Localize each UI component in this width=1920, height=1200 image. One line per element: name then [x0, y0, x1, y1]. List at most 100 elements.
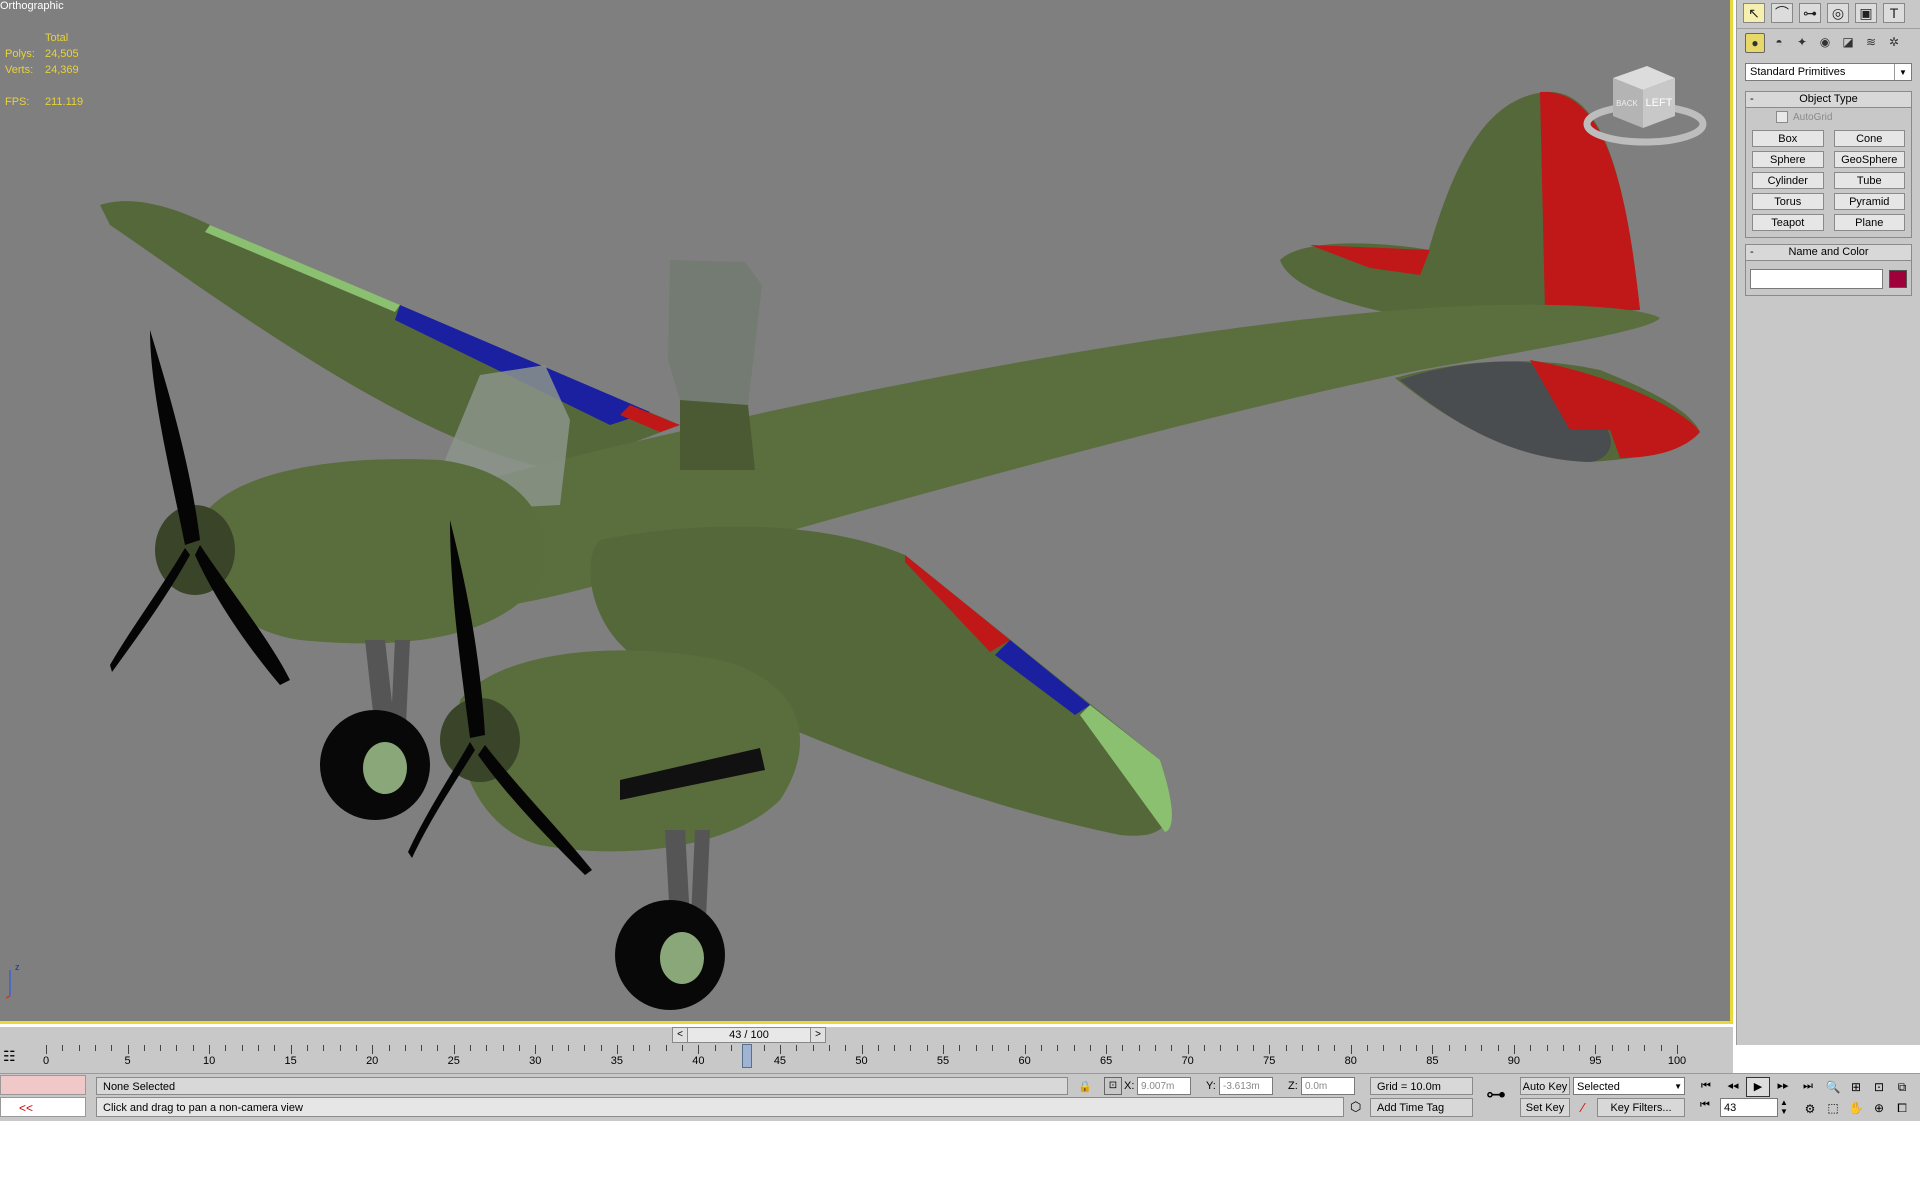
track-bar-tick — [1318, 1045, 1320, 1051]
curve-editor-icon[interactable]: ☷ — [3, 1048, 16, 1065]
chevron-down-icon: ▼ — [1894, 64, 1911, 80]
set-key-button[interactable]: Set Key — [1520, 1098, 1570, 1117]
time-tag-icon[interactable]: ⬡ — [1350, 1099, 1361, 1115]
hierarchy-tab[interactable]: ⊶ — [1799, 3, 1821, 23]
teapot-button[interactable]: Teapot — [1752, 214, 1824, 231]
status-bar: << None Selected Click and drag to pan a… — [0, 1073, 1920, 1121]
maximize-viewport-icon[interactable]: ⧠ — [1892, 1099, 1912, 1117]
track-bar-tick — [1122, 1045, 1124, 1051]
y-coord-field[interactable]: -3.613m — [1219, 1077, 1273, 1095]
zoom-extents-icon[interactable]: ⊡ — [1869, 1078, 1889, 1096]
pyramid-button[interactable]: Pyramid — [1833, 193, 1905, 210]
geometry-icon[interactable]: ● — [1745, 33, 1765, 53]
current-frame-field[interactable]: 43 — [1720, 1098, 1778, 1117]
create-tab[interactable]: ↖ — [1743, 3, 1765, 23]
lights-icon[interactable]: ✦ — [1793, 33, 1811, 51]
create-subtabs: ● ◓ ✦ ◉ ◪ ≋ ✲ — [1737, 29, 1920, 61]
track-bar-label: 90 — [1507, 1055, 1521, 1067]
object-type-header[interactable]: - Object Type — [1746, 92, 1911, 108]
motion-tab[interactable]: ◎ — [1827, 3, 1849, 23]
x-coord-field[interactable]: 9.007m — [1137, 1077, 1191, 1095]
track-bar-tick — [828, 1045, 830, 1051]
track-bar-label: 75 — [1263, 1055, 1276, 1067]
orbit-icon[interactable]: ⊕ — [1869, 1099, 1889, 1117]
track-bar-label: 100 — [1667, 1055, 1687, 1067]
track-bar-tick — [1252, 1045, 1254, 1051]
torus-button[interactable]: Torus — [1752, 193, 1824, 210]
lock-icon[interactable]: 🔒 — [1078, 1080, 1092, 1093]
key-filters-button[interactable]: Key Filters... — [1597, 1098, 1685, 1117]
maxscript-button[interactable]: << — [0, 1097, 86, 1117]
add-time-tag-button[interactable]: Add Time Tag — [1370, 1098, 1473, 1117]
perspective-viewport[interactable]: Orthographic Total Polys: 24,505 Verts: 24… — [0, 0, 1733, 1024]
systems-icon[interactable]: ✲ — [1885, 33, 1903, 51]
track-bar-tick — [1220, 1045, 1222, 1051]
box-button[interactable]: Box — [1752, 130, 1824, 147]
go-to-start-icon[interactable]: ⏮ — [1695, 1077, 1717, 1095]
next-frame-icon[interactable]: ▸▸ — [1772, 1077, 1794, 1095]
track-bar-tick — [1350, 1045, 1352, 1054]
sphere-button[interactable]: Sphere — [1752, 151, 1824, 168]
track-bar-tick — [698, 1045, 700, 1054]
maxscript-listener[interactable] — [0, 1075, 86, 1095]
modify-icon: ⌒ — [1775, 5, 1789, 21]
helpers-icon[interactable]: ◪ — [1839, 33, 1857, 51]
key-tangent-icon[interactable]: ⁄ — [1573, 1098, 1593, 1117]
autogrid-checkbox[interactable] — [1776, 111, 1788, 123]
auto-key-button[interactable]: Auto Key — [1520, 1077, 1570, 1095]
zoom-region-icon[interactable]: ⬚ — [1823, 1099, 1843, 1117]
category-value: Standard Primitives — [1750, 66, 1846, 78]
z-coord-field[interactable]: 0.0m — [1301, 1077, 1355, 1095]
absolute-mode-icon[interactable]: ⊡ — [1104, 1077, 1122, 1095]
zoom-all-icon[interactable]: ⊞ — [1846, 1078, 1866, 1096]
track-bar-label: 10 — [202, 1055, 216, 1067]
next-frame-button[interactable]: > — [810, 1027, 826, 1043]
modify-tab[interactable]: ⌒ — [1771, 3, 1793, 23]
name-and-color-header[interactable]: - Name and Color — [1746, 245, 1911, 261]
track-bar-tick — [241, 1045, 243, 1051]
track-bar-tick — [731, 1045, 733, 1051]
rear-canopy — [668, 260, 762, 405]
go-to-end-icon[interactable]: ⏭ — [1797, 1077, 1819, 1095]
time-configuration-icon[interactable]: ⚙ — [1800, 1100, 1820, 1118]
viewcube[interactable]: LEFT BACK — [1575, 58, 1715, 158]
zoom-extents-all-icon[interactable]: ⧉ — [1892, 1078, 1912, 1096]
track-bar-label: 95 — [1589, 1055, 1602, 1067]
previous-frame-icon[interactable]: ◂◂ — [1722, 1077, 1744, 1095]
display-tab[interactable]: ▣ — [1855, 3, 1877, 23]
track-bar[interactable]: ☷ 0 5 10 15 20 25 30 35 40 45 50 55 60 65 70 75 80 85 90 95… — [0, 1043, 1733, 1073]
name-and-color-title: Name and Color — [1788, 246, 1869, 258]
object-color-swatch[interactable] — [1889, 270, 1907, 288]
utilities-tab[interactable]: T — [1883, 3, 1905, 23]
category-dropdown[interactable]: Standard Primitives ▼ — [1745, 63, 1912, 81]
plane-button[interactable]: Plane — [1833, 214, 1905, 231]
set-key-icon[interactable]: ⊶ — [1480, 1080, 1512, 1110]
prev-frame-button[interactable]: < — [672, 1027, 688, 1043]
far-wing — [100, 201, 680, 470]
aircraft-model[interactable] — [0, 0, 1733, 1024]
z-label: Z: — [1288, 1080, 1298, 1092]
cameras-icon[interactable]: ◉ — [1816, 33, 1834, 51]
track-bar-tick — [812, 1045, 814, 1051]
key-mode-toggle-icon[interactable]: ⏮ — [1700, 1099, 1710, 1112]
shapes-icon[interactable]: ◓ — [1770, 33, 1788, 51]
cone-button[interactable]: Cone — [1833, 130, 1905, 147]
track-bar-tick — [682, 1045, 684, 1051]
utilities-icon: T — [1889, 5, 1899, 21]
track-bar-tick — [176, 1045, 178, 1051]
geosphere-button[interactable]: GeoSphere — [1833, 151, 1905, 168]
object-name-input[interactable] — [1750, 269, 1883, 289]
frame-spinner-icon[interactable]: ▲ ▼ — [1780, 1098, 1788, 1116]
track-bar-tick — [1546, 1045, 1548, 1051]
play-icon[interactable]: ▶ — [1746, 1077, 1770, 1097]
current-frame-marker[interactable] — [742, 1044, 753, 1068]
cylinder-button[interactable]: Cylinder — [1752, 172, 1824, 189]
zoom-icon[interactable]: 🔍 — [1823, 1078, 1843, 1096]
track-bar-tick — [1301, 1045, 1303, 1051]
key-mode-dropdown[interactable]: Selected ▼ — [1573, 1077, 1685, 1095]
spacewarps-icon[interactable]: ≋ — [1862, 33, 1880, 51]
time-slider-thumb[interactable]: 43 / 100 — [687, 1027, 811, 1043]
track-bar-tick — [290, 1045, 292, 1054]
pan-view-icon[interactable]: ✋ — [1846, 1099, 1866, 1117]
tube-button[interactable]: Tube — [1833, 172, 1905, 189]
